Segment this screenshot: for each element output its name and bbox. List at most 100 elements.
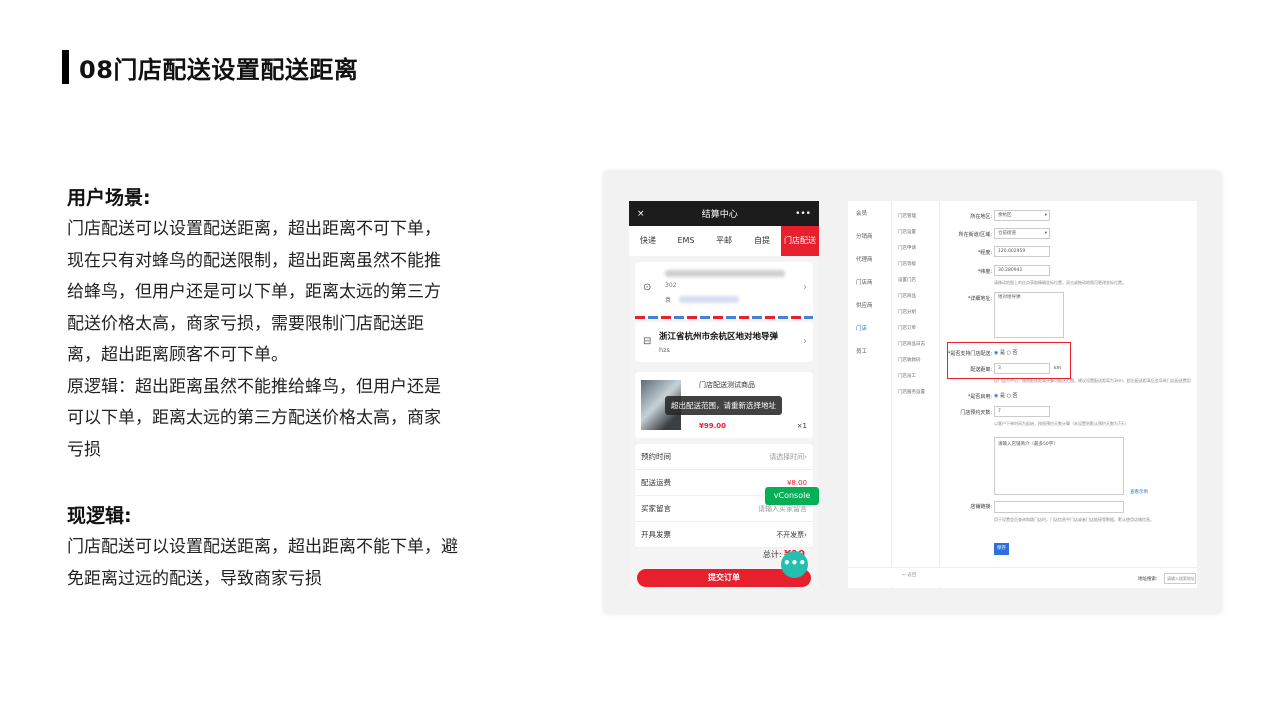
subnav-item[interactable]: 门店设置 [898,229,916,235]
store-settings-form: 所在地区: 余杭区 ▾ 所在街道/区域: 仓前街道 ▾ *经度: 120.00295… [944,201,1197,588]
scenario-line: 离，超出距离顾客不可下单。 [67,345,288,365]
store-address: 浙江省杭州市余杭区地对地导弹 [659,332,779,342]
new-logic-line: 免距离过远的配送，导致商家亏损 [67,568,322,589]
address-name: 袁 [665,297,672,304]
subnav-item[interactable]: 门店管理 [898,213,916,219]
description-block: 用户场景: 门店配送可以设置配送距离，超出距离不可下单， 现在只有对蜂鸟的配送限… [67,186,507,595]
row-appointment-time[interactable]: 预约时间 请选择时间› [635,444,813,470]
phone-checkout-screen: × 结算中心 ••• 快递 EMS 平邮 自提 门店配送 ⊙ 302 袁 › ⊟… [629,201,819,588]
row-label: 配送运费 [641,478,671,487]
nav-item-store[interactable]: 门店 [856,324,867,332]
store-link-hint: 用于设置会员查询和跳门店时，门店信息中门店或者门店链接等数据，默认使用店铺信息。 [994,517,1154,522]
admin-store-settings: 会员 分销商 代理商 门店商 供应商 门店 员工 门店管理 门店设置 门店申请 … [848,201,1197,588]
primary-nav: 会员 分销商 代理商 门店商 供应商 门店 员工 [848,201,892,588]
scenario-line: 现在只有对蜂鸟的配送限制，超出距离虽然不能推 [67,250,441,271]
nav-item-member[interactable]: 会员 [856,209,867,217]
subnav-item[interactable]: 门店商品日志 [898,341,925,347]
tab-surface-mail[interactable]: 平邮 [705,226,743,256]
enable-radio[interactable]: ◉ 是 ○ 否 [994,392,1018,399]
nav-item-supplier[interactable]: 供应商 [856,301,873,309]
phone-header-title: 结算中心 [701,210,738,220]
total-label: 总计: [762,550,782,559]
subnav-item[interactable]: 门店申请 [898,245,916,251]
tab-store-delivery[interactable]: 门店配送 [781,226,819,256]
store-description-textarea[interactable]: 请输入店铺简介（最多50字） [994,437,1124,495]
nav-item-store-merchant[interactable]: 门店商 [856,278,873,286]
latitude-label: *纬度: [977,269,992,275]
scenario-line: 给蜂鸟，但用户还是可以下单，距离太远的第三方 [67,282,441,302]
product-name: 门店配送测试商品 [699,381,755,389]
row-label: 开具发票 [641,530,671,539]
product-quantity: ×1 [796,422,807,430]
row-label: 买家留言 [641,504,671,513]
goods-card: 门店配送测试商品 ¥99.00 ×1 超出配送范围，请重新选择地址 [635,372,813,438]
subnav-item[interactable]: 门店等级 [898,261,916,267]
address-line-2: 302 [665,282,677,289]
subnav-item[interactable]: 门店分组 [898,309,916,315]
subnav-item[interactable]: 门店订单 [898,325,916,331]
tab-express[interactable]: 快递 [629,226,667,256]
out-of-range-toast: 超出配送范围，请重新选择地址 [665,396,782,415]
reservation-days-input[interactable]: 7 [994,406,1050,417]
detail-address-label: *详细地址: [967,296,992,302]
shipping-address-card[interactable]: ⊙ 302 袁 › [635,262,813,316]
region-select[interactable]: 余杭区 ▾ [994,210,1050,221]
reservation-days-hint: 以客户下单时间为起始，按照预约天数计算（未设置则默认预约天数为7天） [994,421,1129,426]
vconsole-button[interactable]: vConsole [765,487,819,505]
nav-item-agent[interactable]: 代理商 [856,255,873,263]
longitude-input[interactable]: 120.002959 [994,246,1050,257]
row-value: 请选择时间› [769,452,807,461]
address-search-input[interactable]: 请输入搜索地址 [1164,573,1196,584]
nav-item-staff[interactable]: 员工 [856,347,867,355]
close-icon[interactable]: × [637,209,645,219]
delivery-tabs: 快递 EMS 平邮 自提 门店配送 [629,226,819,256]
store-address-card[interactable]: ⊟ 浙江省杭州市余杭区地对地导弹 hzs › [635,322,813,362]
tab-self-pickup[interactable]: 自提 [743,226,781,256]
nav-item-distributor[interactable]: 分销商 [856,232,873,240]
more-icon[interactable]: ••• [795,209,811,219]
address-search-label: 地址搜索: [1138,577,1158,582]
address-divider [635,316,813,319]
scenario-heading: 用户场景: [67,187,151,209]
phone-header: × 结算中心 ••• [629,201,819,226]
enable-label: *是否启用: [967,394,992,400]
row-invoice[interactable]: 开具发票 不开发票› [635,522,813,548]
secondary-nav: 门店管理 门店设置 门店申请 门店等级 设置门店 门店商品 门店分组 门店订单 … [894,201,940,588]
subnav-item[interactable]: 门店服务设置 [898,389,925,395]
chat-icon[interactable]: ••• [781,551,808,578]
preview-example-link[interactable]: 查看示例 [1130,489,1148,495]
chevron-right-icon: › [803,336,807,347]
chevron-down-icon: ▾ [1044,213,1047,218]
row-value: 不开发票› [776,530,807,539]
store-short-name: hzs [659,346,670,354]
scenario-line: 原逻辑：超出距离虽然不能推给蜂鸟，但用户还是 [67,376,441,397]
highlight-box [947,342,1071,379]
latitude-input[interactable]: 30.280941 [994,265,1050,276]
longitude-label: *经度: [977,250,992,256]
scenario-text: 门店配送可以设置配送距离，超出距离不可下单， 现在只有对蜂鸟的配送限制，超出距离… [67,214,507,466]
blurred-address-line [665,270,785,277]
scenario-line: 门店配送可以设置配送距离，超出距离不可下单， [67,219,441,239]
save-button[interactable]: 保存 [994,543,1009,555]
scenario-line: 配送价格太高，商家亏损，需要限制门店配送距 [67,313,424,334]
tab-ems[interactable]: EMS [667,226,705,256]
store-link-input[interactable] [994,501,1124,513]
subnav-item[interactable]: 门店商品 [898,293,916,299]
product-price: ¥99.00 [699,422,727,430]
scenario-line: 可以下单，距离太远的第三方配送价格太高，商家 [67,408,441,428]
street-label: 所在街道/区域: [958,232,992,238]
street-select[interactable]: 仓前街道 ▾ [994,228,1050,239]
region-label: 所在地区: [970,214,992,220]
subnav-item[interactable]: 门店员工 [898,373,916,379]
store-icon: ⊟ [643,336,652,347]
row-value: 请输入买家留言 [758,504,807,513]
back-button[interactable]: ← 返回 [902,572,916,578]
scenario-line: 亏损 [67,439,101,460]
chevron-right-icon: › [803,282,807,293]
detail-address-textarea[interactable]: 地对地导弹 [994,292,1064,338]
row-label: 预约时间 [641,452,671,461]
subnav-item[interactable]: 设置门店 [898,277,916,283]
store-link-label: 店铺链接: [970,504,992,510]
new-logic-line: 门店配送可以设置配送距离，超出距离不能下单，避 [67,537,458,557]
subnav-item[interactable]: 门店收款码 [898,357,921,363]
